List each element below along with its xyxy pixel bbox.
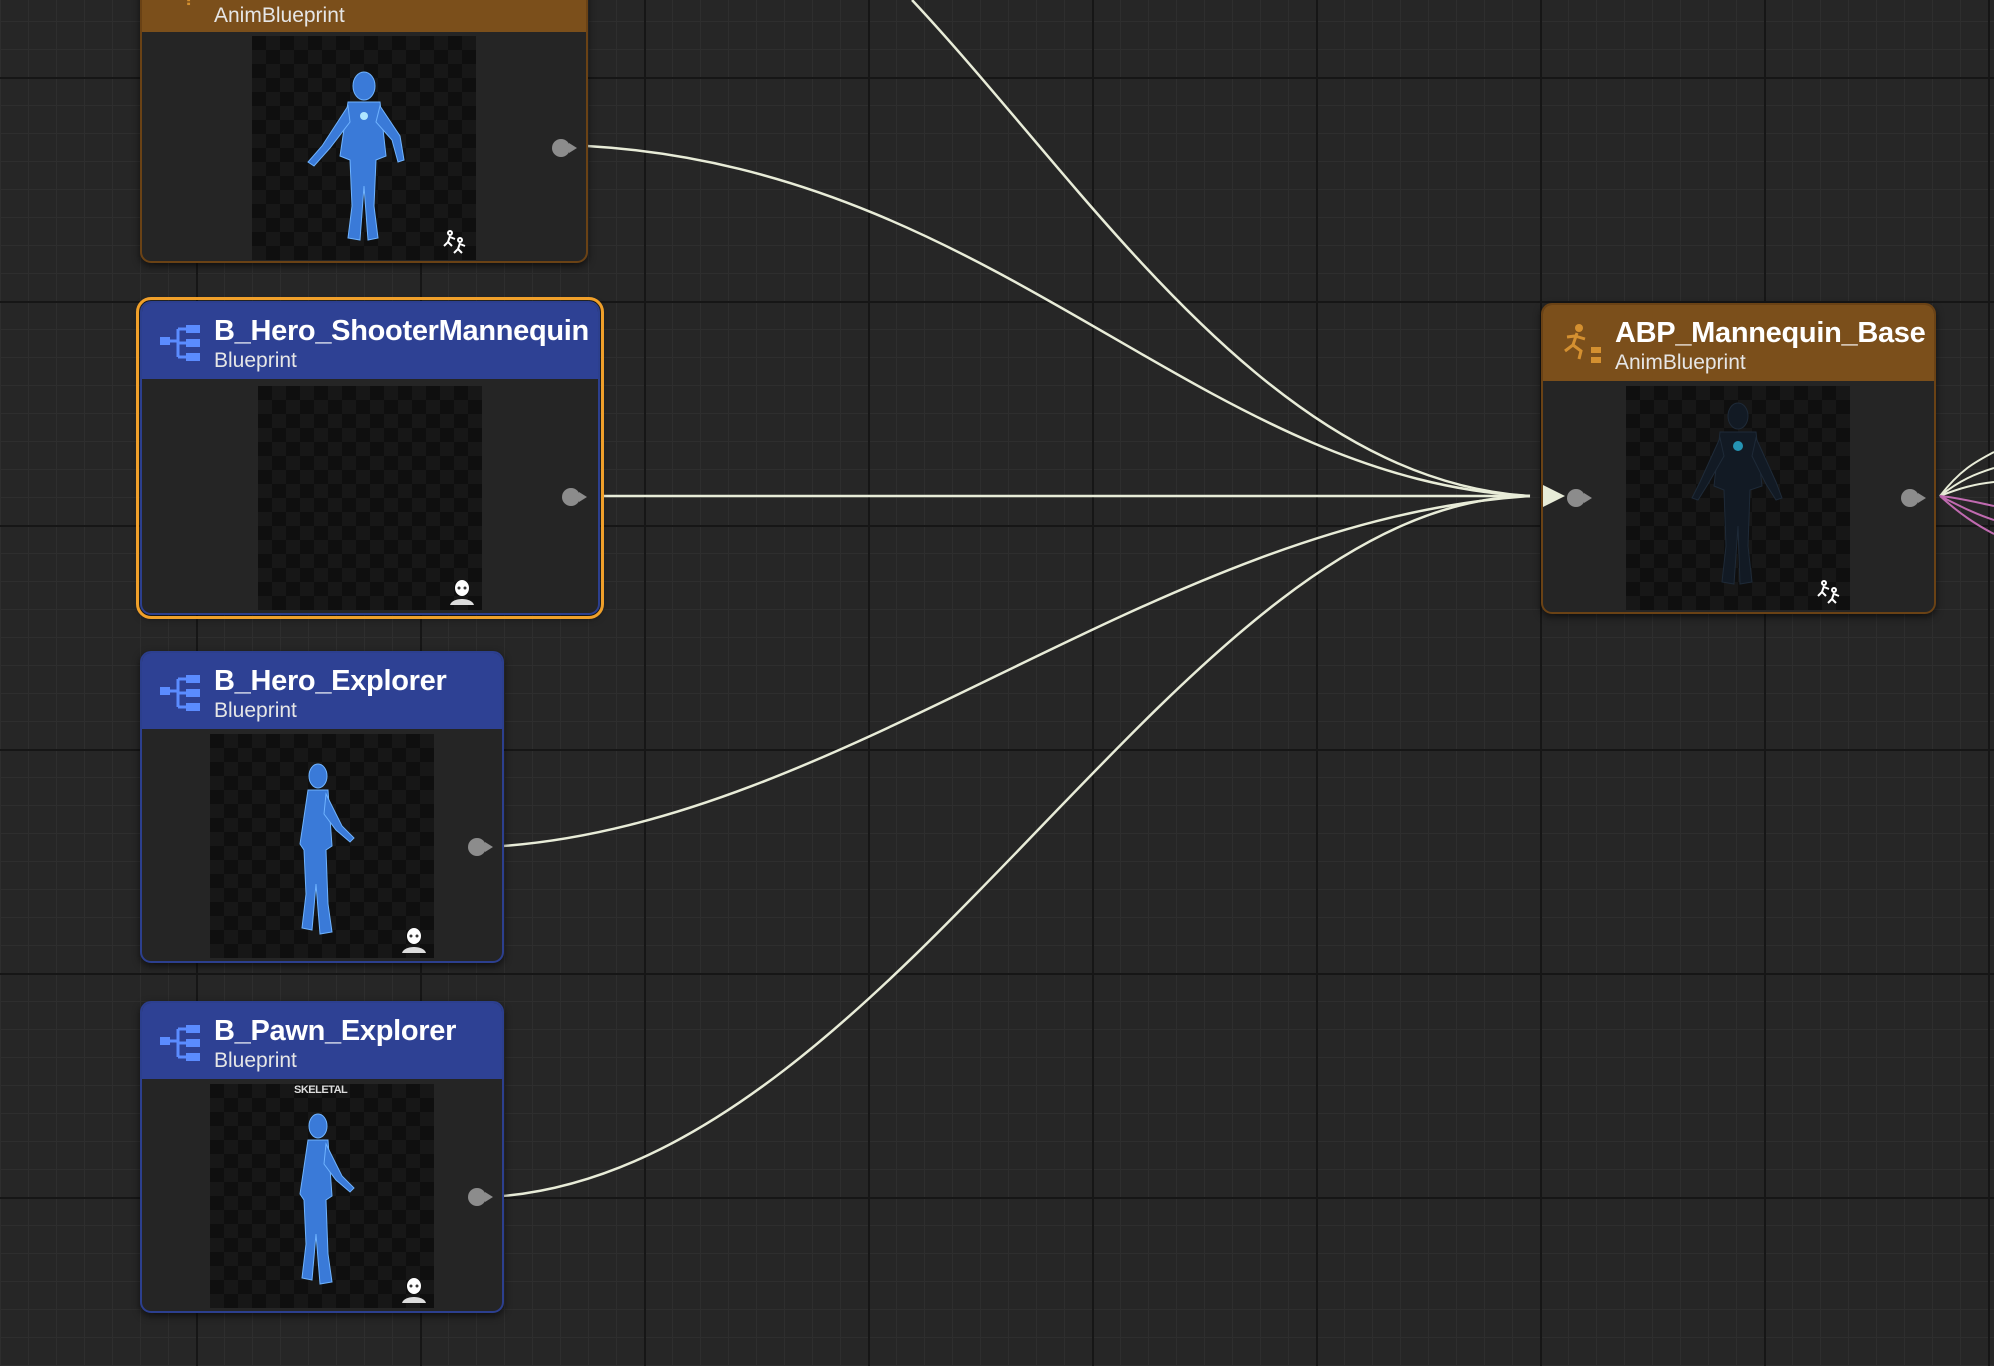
node-b-hero-explorer[interactable]: B_Hero_Explorer Blueprint <box>140 651 504 963</box>
thumbnail <box>1626 386 1850 610</box>
explorer-preview-image <box>299 1113 355 1285</box>
blueprint-tree-icon <box>160 325 200 361</box>
mannequin-preview-image <box>1691 402 1783 585</box>
node-title: B_Hero_Explorer <box>214 665 447 697</box>
node-subtitle: Blueprint <box>214 349 297 372</box>
wire-top-animblueprint[interactable] <box>586 144 1531 498</box>
input-arrow-icon <box>1543 485 1565 507</box>
node-header: B_Hero_Explorer Blueprint <box>142 653 502 729</box>
thumbnail-label: SKELETAL <box>294 1084 348 1096</box>
node-title: B_Hero_ShooterMannequin <box>214 315 589 347</box>
blueprint-tree-icon <box>160 675 200 711</box>
thumbnail <box>258 386 482 610</box>
thumbnail <box>210 734 434 958</box>
node-b-pawn-explorer[interactable]: B_Pawn_Explorer Blueprint SKELETAL <box>140 1001 504 1313</box>
node-header: B_Hero_ShooterMannequin Blueprint <box>142 303 598 379</box>
mannequin-preview-image <box>307 71 405 241</box>
node-subtitle: Blueprint <box>214 699 297 722</box>
wire-pawn-explorer[interactable] <box>502 494 1531 1198</box>
node-subtitle: AnimBlueprint <box>1615 351 1746 374</box>
node-b-hero-shootermannequin[interactable]: B_Hero_ShooterMannequin Blueprint <box>136 297 604 619</box>
character-head-icon <box>402 928 426 953</box>
node-subtitle: AnimBlueprint <box>214 4 345 27</box>
character-head-icon <box>402 1278 426 1303</box>
blueprint-tree-icon <box>160 1025 200 1061</box>
skeletal-mesh-icon <box>1817 580 1840 604</box>
thumbnail <box>252 36 476 260</box>
node-header: AnimBlueprint <box>142 0 586 32</box>
node-header: B_Pawn_Explorer Blueprint <box>142 1003 502 1079</box>
output-pin[interactable] <box>468 1188 493 1206</box>
node-top-animblueprint[interactable]: AnimBlueprint <box>140 0 588 263</box>
node-header: ABP_Mannequin_Base AnimBlueprint <box>1543 305 1934 381</box>
output-pin[interactable] <box>1901 489 1926 507</box>
character-head-icon <box>450 580 474 605</box>
thumbnail: SKELETAL <box>210 1084 434 1308</box>
skeletal-mesh-icon <box>443 230 466 254</box>
output-pin[interactable] <box>562 488 587 506</box>
output-pin[interactable] <box>468 838 493 856</box>
wire-offscreen-top[interactable] <box>911 0 1531 498</box>
wire-hero-explorer[interactable] <box>502 494 1531 848</box>
node-abp-mannequin-base[interactable]: ABP_Mannequin_Base AnimBlueprint <box>1541 303 1936 614</box>
output-pin[interactable] <box>552 139 577 157</box>
running-figure-icon <box>1564 324 1601 363</box>
node-title: ABP_Mannequin_Base <box>1615 317 1926 349</box>
node-subtitle: Blueprint <box>214 1049 297 1072</box>
explorer-preview-image <box>299 763 355 935</box>
running-figure-icon <box>187 0 191 6</box>
node-title: B_Pawn_Explorer <box>214 1015 457 1047</box>
input-pin[interactable] <box>1567 489 1592 507</box>
outgoing-wires <box>1939 451 1994 535</box>
